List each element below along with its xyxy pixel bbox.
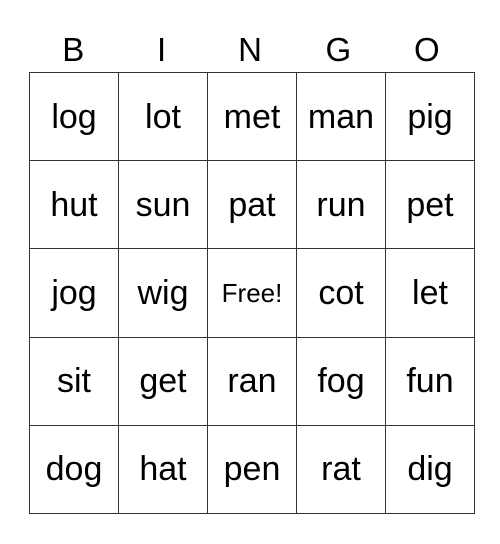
bingo-cell[interactable]: let <box>385 248 475 338</box>
free-space-cell[interactable]: Free! <box>207 248 297 338</box>
bingo-board: log lot met man pig hut sun pat run pet … <box>29 71 475 515</box>
board-row: hut sun pat run pet <box>29 160 475 250</box>
board-row: jog wig Free! cot let <box>29 248 475 338</box>
header-letter-n: N <box>238 31 262 68</box>
bingo-cell[interactable]: fun <box>385 336 475 426</box>
bingo-cell[interactable]: hat <box>118 424 208 515</box>
bingo-cell[interactable]: met <box>207 71 297 162</box>
bingo-cell[interactable]: sun <box>118 160 208 250</box>
bingo-cell[interactable]: lot <box>118 71 208 162</box>
bingo-cell[interactable]: log <box>29 71 119 162</box>
bingo-cell[interactable]: pat <box>207 160 297 250</box>
bingo-cell[interactable]: dog <box>29 424 119 515</box>
bingo-cell[interactable]: cot <box>296 248 386 338</box>
bingo-cell[interactable]: pen <box>207 424 297 515</box>
bingo-cell[interactable]: man <box>296 71 386 162</box>
bingo-cell[interactable]: dig <box>385 424 475 515</box>
bingo-cell[interactable]: sit <box>29 336 119 426</box>
bingo-cell[interactable]: pig <box>385 71 475 162</box>
header-letter-b: B <box>62 31 85 68</box>
bingo-cell[interactable]: run <box>296 160 386 250</box>
bingo-cell[interactable]: get <box>118 336 208 426</box>
bingo-cell[interactable]: rat <box>296 424 386 515</box>
bingo-cell[interactable]: wig <box>118 248 208 338</box>
board-row: sit get ran fog fun <box>29 336 475 426</box>
bingo-cell[interactable]: jog <box>29 248 119 338</box>
bingo-cell[interactable]: hut <box>29 160 119 250</box>
board-row: dog hat pen rat dig <box>29 424 475 515</box>
bingo-header: B I N G O <box>29 28 471 72</box>
bingo-cell[interactable]: pet <box>385 160 475 250</box>
bingo-cell[interactable]: ran <box>207 336 297 426</box>
header-letter-i: I <box>157 31 167 68</box>
header-letter-o: O <box>413 31 440 68</box>
bingo-cell[interactable]: fog <box>296 336 386 426</box>
board-row: log lot met man pig <box>29 71 475 162</box>
header-letter-g: G <box>325 31 352 68</box>
